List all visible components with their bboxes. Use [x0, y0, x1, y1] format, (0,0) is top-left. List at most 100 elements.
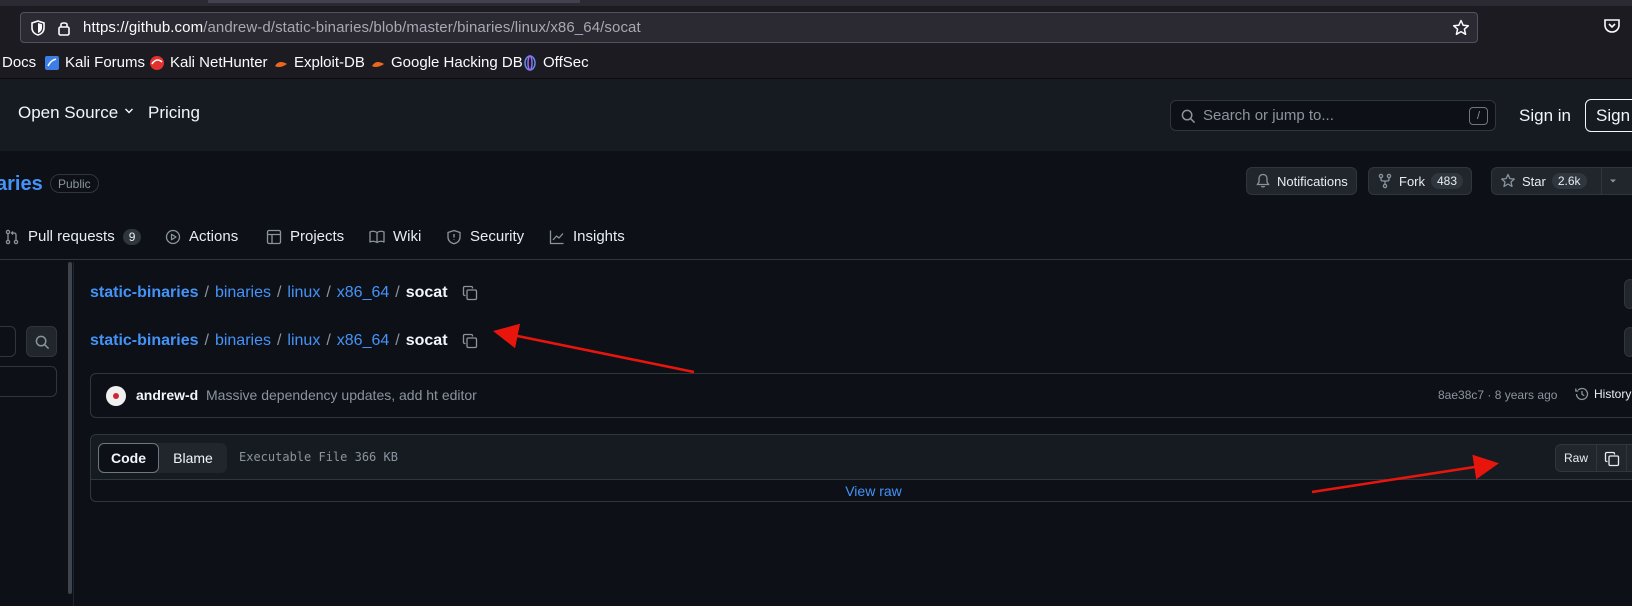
fork-button[interactable]: Fork 483	[1368, 167, 1473, 195]
blame-tab-button[interactable]: Blame	[159, 443, 227, 473]
breadcrumb-x86-64-link[interactable]: x86_64	[337, 284, 390, 302]
more-options-button[interactable]	[1624, 279, 1632, 309]
search-input[interactable]: Search or jump to... /	[1170, 100, 1496, 131]
nav-pricing[interactable]: Pricing	[148, 103, 200, 123]
star-divider	[1600, 167, 1602, 195]
tab-projects[interactable]: Projects	[266, 228, 344, 245]
star-button[interactable]: Star 2.6k	[1491, 167, 1632, 195]
commit-author-link[interactable]: andrew-d	[136, 387, 198, 403]
bookmarks-toolbar: Docs Kali Forums Kali NetHunter Exploit-…	[0, 50, 1632, 79]
star-dropdown-icon[interactable]	[1608, 176, 1618, 186]
tab-actions[interactable]: Actions	[165, 228, 238, 245]
history-icon	[1575, 387, 1589, 401]
tab-label: Projects	[290, 228, 345, 245]
copy-icon	[1604, 451, 1620, 467]
tab-security[interactable]: Security	[446, 228, 524, 245]
breadcrumb-separator: /	[204, 284, 209, 301]
more-options-button[interactable]	[1624, 327, 1632, 357]
search-placeholder: Search or jump to...	[1203, 107, 1334, 124]
shield-icon	[447, 229, 461, 244]
star-label: Star	[1522, 173, 1546, 189]
breadcrumb-binaries-link[interactable]: binaries	[215, 284, 271, 302]
breadcrumb: static-binaries / binaries / linux / x86…	[90, 284, 478, 302]
bookmark-google-hacking-db[interactable]: Google Hacking DB	[370, 54, 523, 71]
bell-icon	[1256, 173, 1270, 188]
bookmark-label: Kali NetHunter	[170, 54, 268, 71]
search-shortcut-badge: /	[1469, 107, 1488, 125]
breadcrumb-separator: /	[326, 332, 331, 349]
breadcrumb-separator: /	[276, 332, 282, 349]
breadcrumb-repo-link[interactable]: static-binaries	[90, 284, 198, 302]
view-raw-link[interactable]: View raw	[91, 483, 1632, 499]
active-tab-edge[interactable]	[208, 0, 580, 3]
raw-button[interactable]: Raw	[1555, 444, 1597, 472]
search-icon	[1181, 109, 1196, 124]
github-header: Open Source Pricing Search or jump to...…	[0, 79, 1632, 151]
bookmark-label: Kali Forums	[65, 54, 146, 71]
notifications-button[interactable]: Notifications	[1246, 167, 1357, 195]
history-button[interactable]: History	[1574, 386, 1631, 402]
bookmark-star-icon[interactable]	[1451, 18, 1471, 38]
pull-requests-count: 9	[122, 228, 142, 245]
fork-count: 483	[1431, 173, 1464, 189]
url-bar[interactable]: https://github.com/andrew-d/static-binar…	[20, 12, 1478, 43]
history-label: History	[1594, 387, 1632, 401]
latest-commit-bar: andrew-d Massive dependency updates, add…	[90, 373, 1632, 418]
exploit-db-icon	[275, 61, 287, 67]
avatar[interactable]	[106, 386, 126, 406]
lock-icon[interactable]	[55, 19, 73, 37]
url-text[interactable]: https://github.com/andrew-d/static-binar…	[83, 19, 641, 36]
sidebar-border	[73, 262, 74, 606]
file-filter-input[interactable]	[0, 326, 16, 357]
tab-label: Actions	[189, 228, 239, 245]
nav-open-source[interactable]: Open Source	[18, 103, 134, 123]
file-viewer: Code Blame Executable File 366 KB Raw Vi…	[90, 434, 1632, 502]
tab-strip	[0, 0, 1632, 6]
offsec-icon	[524, 54, 536, 71]
copy-path-icon[interactable]	[462, 333, 478, 349]
breadcrumb-separator: /	[326, 284, 331, 301]
star-count: 2.6k	[1551, 173, 1587, 189]
url-path: /andrew-d/static-binaries/blob/master/bi…	[203, 19, 641, 36]
tab-label: Security	[470, 228, 525, 245]
code-tab-button[interactable]: Code	[98, 443, 159, 473]
breadcrumb-x86-64-link[interactable]: x86_64	[337, 332, 390, 350]
tab-label: Pull requests	[28, 228, 115, 245]
graph-icon	[549, 230, 564, 244]
star-icon	[1501, 173, 1515, 188]
sign-in-link[interactable]: Sign in	[1519, 106, 1571, 126]
tab-wiki[interactable]: Wiki	[369, 228, 421, 245]
tab-insights[interactable]: Insights	[549, 228, 625, 245]
tab-pull-requests[interactable]: Pull requests 9	[4, 228, 142, 245]
sign-up-button[interactable]: Sign up	[1585, 99, 1632, 132]
sidebar-resize-handle[interactable]	[68, 262, 72, 594]
bookmark-offsec[interactable]: OffSec	[522, 54, 589, 71]
kali-forums-icon	[45, 55, 59, 70]
kali-nethunter-icon	[150, 55, 164, 70]
annotation-arrow-breadcrumb	[493, 323, 695, 374]
shield-icon[interactable]	[29, 19, 47, 37]
file-search-button[interactable]	[26, 326, 57, 357]
bookmark-label: Exploit-DB	[294, 54, 365, 71]
breadcrumb-linux-link[interactable]: linux	[287, 284, 320, 302]
copy-raw-button[interactable]	[1597, 444, 1627, 472]
book-icon	[369, 230, 385, 243]
code-blame-toggle: Code Blame	[98, 443, 227, 473]
breadcrumb-repo-link[interactable]: static-binaries	[90, 332, 198, 350]
bookmark-exploit-db[interactable]: Exploit-DB	[273, 54, 365, 71]
fork-label: Fork	[1399, 173, 1425, 189]
bookmark-kali-nethunter[interactable]: Kali NetHunter	[149, 54, 268, 71]
bookmark-docs[interactable]: Docs	[2, 54, 36, 71]
ghdb-icon	[372, 61, 384, 67]
download-raw-button[interactable]	[1627, 444, 1632, 472]
breadcrumb-linux-link[interactable]: linux	[287, 332, 320, 350]
pocket-icon[interactable]	[1602, 16, 1622, 36]
commit-meta[interactable]: 8ae38c7 · 8 years ago	[1438, 388, 1557, 402]
breadcrumb-binaries-link[interactable]: binaries	[215, 332, 271, 350]
go-to-file-input[interactable]	[0, 366, 57, 397]
bookmark-kali-forums[interactable]: Kali Forums	[44, 54, 145, 71]
commit-message-link[interactable]: Massive dependency updates, add ht edito…	[206, 387, 477, 403]
chevron-down-icon	[125, 108, 134, 114]
repo-name-link[interactable]: aries	[0, 173, 43, 196]
copy-path-icon[interactable]	[462, 285, 478, 301]
